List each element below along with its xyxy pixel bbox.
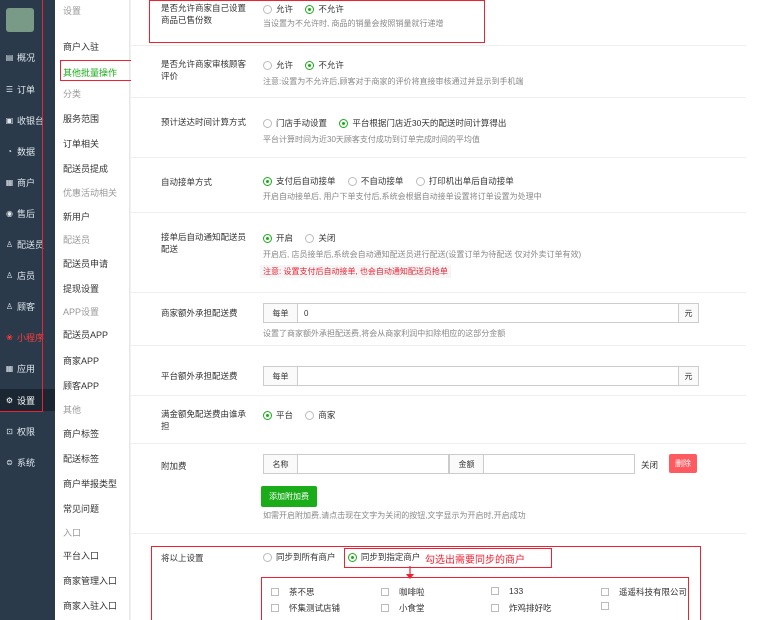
setting-row-free-bearer: 满金额免配送费由谁承担 平台 商家	[131, 396, 746, 444]
submenu-group-other: 其他	[63, 405, 82, 415]
settings-submenu: 设置 商户入驻 其他批量操作 分类 服务范围 订单相关 配送员提成 优惠活动相关…	[55, 0, 130, 620]
radio-allow[interactable]: 允许	[263, 59, 293, 71]
setting-row-platform-fee: 平台额外承担配送费 每单 元	[131, 346, 746, 396]
radio-no-auto-accept[interactable]: 不自动接单	[347, 175, 403, 187]
setting-label: 附加费	[161, 461, 187, 471]
submenu-group-app: APP设置	[63, 307, 100, 317]
input-prefix: 金额	[450, 455, 484, 473]
submenu-item-customer-app[interactable]: 顾客APP	[63, 379, 99, 392]
annotation-highlight-settings	[0, 0, 43, 412]
submenu-item-merchant-app[interactable]: 商家APP	[63, 354, 99, 367]
radio-accept-after-pay[interactable]: 支付后自动接单	[263, 175, 336, 187]
merchant-fee-input-group: 每单 0 元	[263, 303, 699, 323]
setting-description: 开启自动接单后, 用户下单支付后,系统会根据自动接单设置将订单设置为处理中	[263, 192, 542, 201]
setting-label: 满金额免配送费由谁承担	[161, 409, 247, 431]
submenu-item-merchant-admin-entry[interactable]: 商家管理入口	[63, 574, 117, 587]
setting-label: 预计送达时间计算方式	[161, 117, 247, 127]
radio-auto-30days[interactable]: 平台根据门店近30天的配送时间计算得出	[339, 117, 506, 129]
submenu-item-service-area[interactable]: 服务范围	[63, 112, 99, 125]
radio-disable[interactable]: 关闭	[305, 232, 335, 244]
submenu-group-category: 分类	[63, 89, 82, 99]
setting-label: 商家额外承担配送费	[161, 308, 238, 318]
arrow-down-icon	[406, 566, 414, 579]
setting-row-auto-accept: 自动接单方式 支付后自动接单 不自动接单 打印机出单后自动接单 开启自动接单后,…	[131, 158, 746, 213]
input-prefix: 名称	[264, 455, 298, 473]
setting-label: 平台额外承担配送费	[161, 371, 238, 381]
radio-merchant[interactable]: 商家	[305, 409, 335, 421]
radio-disallow[interactable]: 不允许	[305, 59, 344, 71]
setting-description: 注意:设置为不允许后,顾客对于商家的评价将直接审核通过并显示到手机端	[263, 77, 524, 86]
submenu-item-platform-entry[interactable]: 平台入口	[63, 549, 99, 562]
submenu-item-courier-commission[interactable]: 配送员提成	[63, 162, 108, 175]
setting-row-review: 是否允许商家审核顾客评价 允许 不允许 注意:设置为不允许后,顾客对于商家的评价…	[131, 46, 746, 98]
setting-row-notify-courier: 接单后自动通知配送员配送 开启 关闭 开启后, 店员接单后,系统会自动通知配送员…	[131, 213, 746, 293]
radio-platform[interactable]: 平台	[263, 409, 293, 421]
platform-fee-input[interactable]	[298, 367, 678, 385]
submenu-item-new-user[interactable]: 新用户	[63, 210, 90, 223]
setting-row-eta: 预计送达时间计算方式 门店手动设置 平台根据门店近30天的配送时间计算得出 平台…	[131, 98, 746, 158]
setting-label: 是否允许商家审核顾客评价	[161, 59, 247, 81]
submenu-group-entry: 入口	[63, 528, 82, 538]
surcharge-toggle[interactable]: 关闭	[641, 459, 658, 471]
delete-surcharge-button[interactable]: 删除	[669, 454, 697, 473]
annotation-highlight-batch-ops	[60, 60, 134, 81]
submenu-item-courier-apply[interactable]: 配送员申请	[63, 257, 108, 270]
submenu-item-withdraw[interactable]: 提现设置	[63, 282, 99, 295]
submenu-item-faq[interactable]: 常见问题	[63, 502, 99, 515]
radio-manual[interactable]: 门店手动设置	[263, 117, 327, 129]
add-surcharge-button[interactable]: 添加附加费	[261, 486, 317, 507]
submenu-item-merchant-tags[interactable]: 商户标签	[63, 427, 99, 440]
radio-enable[interactable]: 开启	[263, 232, 293, 244]
setting-row-merchant-fee: 商家额外承担配送费 每单 0 元 设置了商家额外承担配送费,将会从商家利润中扣除…	[131, 293, 746, 346]
setting-description: 设置了商家额外承担配送费,将会从商家利润中扣除相应的这部分金额	[263, 329, 506, 338]
surcharge-name-input[interactable]	[298, 455, 448, 473]
submenu-group-courier: 配送员	[63, 235, 91, 245]
setting-description: 如需开启附加费,请点击现在文字为关闭的按钮,文字显示为开启时,开启成功	[263, 511, 526, 520]
annotation-highlight-merchant-list	[261, 577, 689, 620]
eta-radio-group: 门店手动设置 平台根据门店近30天的配送时间计算得出	[263, 117, 516, 130]
submenu-item-report-types[interactable]: 商户举报类型	[63, 477, 117, 490]
submenu-item-order[interactable]: 订单相关	[63, 137, 99, 150]
submenu-item-merchant-entry[interactable]: 商户入驻	[63, 40, 99, 53]
submenu-group-promo: 优惠活动相关	[63, 188, 118, 198]
input-suffix: 元	[678, 367, 698, 385]
input-suffix: 元	[678, 304, 698, 322]
nav-item-permissions[interactable]: ⊡ 权限	[0, 420, 55, 442]
lock-icon: ⊡	[6, 426, 13, 436]
review-radio-group: 允许 不允许	[263, 59, 354, 72]
platform-fee-input-group: 每单 元	[263, 366, 699, 386]
system-icon: ⊜	[6, 457, 13, 467]
merchant-fee-input[interactable]: 0	[298, 304, 678, 322]
submenu-item-delivery-tags[interactable]: 配送标签	[63, 452, 99, 465]
surcharge-amount-input[interactable]	[484, 455, 634, 473]
submenu-group-settings: 设置	[63, 6, 82, 16]
settings-panel: 是否允许商家自己设置商品已售份数 允许 不允许 当设置为不允许时, 商品的销量会…	[131, 0, 758, 620]
setting-label: 接单后自动通知配送员配送	[161, 232, 247, 254]
auto-accept-radio-group: 支付后自动接单 不自动接单 打印机出单后自动接单	[263, 175, 524, 188]
notify-courier-radio-group: 开启 关闭	[263, 232, 345, 245]
setting-warning: 注意: 设置支付后自动接单, 也会自动通知配送员抢单	[260, 265, 451, 278]
surcharge-name-group: 名称	[263, 454, 449, 474]
input-prefix: 每单	[264, 367, 298, 385]
annotation-highlight-note	[344, 548, 552, 568]
surcharge-amount-group: 金额	[449, 454, 635, 474]
free-bearer-radio-group: 平台 商家	[263, 409, 345, 422]
setting-description: 平台计算时间为近30天顾客支付成功到订单完成时间的平均值	[263, 135, 480, 144]
setting-label: 自动接单方式	[161, 177, 213, 187]
radio-accept-after-print[interactable]: 打印机出单后自动接单	[415, 175, 514, 187]
setting-description: 开启后, 店员接单后,系统会自动通知配送员进行配送(设置订单为待配送 仅对外卖订…	[263, 250, 582, 259]
input-prefix: 每单	[264, 304, 298, 322]
annotation-highlight-sold-count	[149, 0, 485, 43]
nav-item-system[interactable]: ⊜ 系统	[0, 451, 55, 473]
submenu-item-courier-app[interactable]: 配送员APP	[63, 328, 108, 341]
submenu-item-merchant-join-entry[interactable]: 商家入驻入口	[63, 599, 117, 612]
setting-row-surcharge: 附加费 名称 金额 关闭 删除 添加附加费 如需开启附加费,请点击现在文字为关闭…	[131, 444, 746, 534]
